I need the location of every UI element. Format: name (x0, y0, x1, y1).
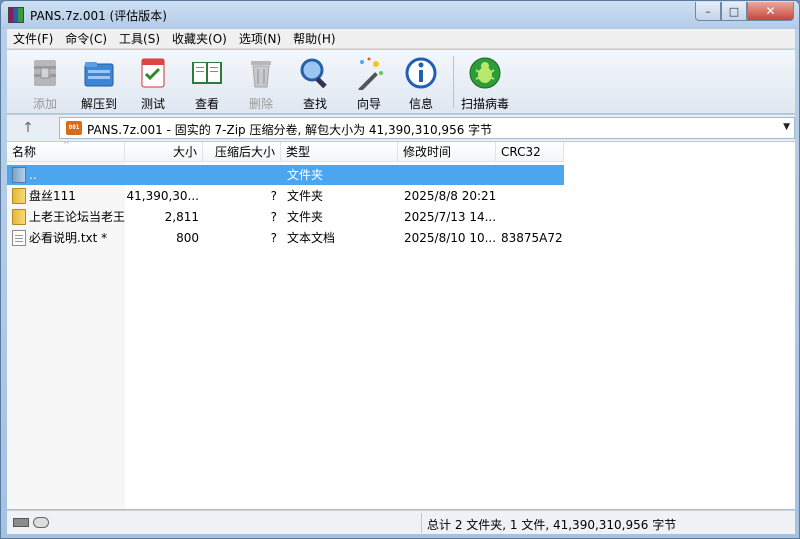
row-packed-size: ? (270, 210, 277, 224)
address-bar: ↑ 001 PANS.7z.001 - 固实的 7-Zip 压缩分卷, 解包大小… (7, 115, 795, 141)
add-button[interactable]: 添加 (17, 54, 73, 111)
up-arrow-icon[interactable]: ↑ (19, 119, 37, 137)
row-crc: 83875A72 (501, 231, 563, 245)
menu-tools[interactable]: 工具(S) (113, 30, 166, 47)
row-packed-size: ? (270, 189, 277, 203)
view-label: 查看 (194, 97, 219, 111)
trash-icon (244, 56, 278, 90)
test-button[interactable]: 测试 (125, 54, 181, 111)
delete-label: 删除 (248, 97, 273, 111)
drive-icon[interactable] (13, 518, 29, 527)
row-name: 上老王论坛当老王 (29, 210, 125, 224)
close-button[interactable]: ✕ (747, 2, 794, 21)
magnifier-icon (298, 56, 332, 90)
extract-to-button[interactable]: 解压到 (71, 54, 127, 111)
row-name: .. (29, 168, 37, 182)
archive-path: PANS.7z.001 - 固实的 7-Zip 压缩分卷, 解包大小为 41,3… (87, 123, 493, 137)
menu-help[interactable]: 帮助(H) (287, 30, 341, 47)
delete-button[interactable]: 删除 (233, 54, 289, 111)
minimize-button[interactable]: – (695, 2, 721, 21)
info-button[interactable]: 信息 (393, 54, 449, 111)
menu-options[interactable]: 选项(N) (233, 30, 287, 47)
row-type: 文件夹 (287, 189, 324, 203)
status-separator (421, 513, 422, 533)
winrar-window: PANS.7z.001 (评估版本) – □ ✕ 文件(F) 命令(C) 工具(… (0, 0, 800, 539)
row-size: 41,390,30... (126, 189, 199, 203)
menu-bar: 文件(F) 命令(C) 工具(S) 收藏夹(O) 选项(N) 帮助(H) (7, 29, 795, 49)
maximize-button[interactable]: □ (721, 2, 747, 21)
find-button[interactable]: 查找 (287, 54, 343, 111)
column-header-name[interactable]: 名称 ^ (7, 142, 125, 162)
chevron-down-icon[interactable]: ▼ (783, 122, 790, 132)
status-bar: 总计 2 文件夹, 1 文件, 41,390,310,956 字节 (7, 510, 795, 534)
row-modified: 2025/7/13 14... (404, 210, 496, 224)
row-name: 盘丝111 (29, 189, 76, 203)
file-list[interactable]: 名称 ^ 大小 压缩后大小 类型 修改时间 CRC32 .. 文件夹 盘丝111… (7, 142, 795, 509)
row-type: 文件夹 (287, 210, 324, 224)
find-label: 查找 (302, 97, 327, 111)
row-crc (501, 165, 564, 185)
key-icon[interactable] (33, 517, 49, 528)
text-document-icon (12, 230, 26, 246)
list-item-folder[interactable]: 上老王论坛当老王 2,811 ? 文件夹 2025/7/13 14... (7, 207, 564, 227)
wizard-label: 向导 (356, 97, 381, 111)
info-icon (404, 56, 438, 90)
test-icon (136, 56, 170, 90)
row-packed-size (203, 165, 277, 185)
row-size: 800 (176, 231, 199, 245)
column-header-crc32[interactable]: CRC32 (496, 142, 564, 162)
row-type: 文本文档 (287, 231, 336, 245)
column-header-size[interactable]: 大小 (125, 142, 203, 162)
extract-to-label: 解压到 (80, 97, 117, 111)
sort-asc-icon: ^ (63, 142, 70, 149)
info-label: 信息 (408, 97, 433, 111)
row-modified (404, 165, 496, 185)
row-size (125, 165, 199, 185)
row-name: 必看说明.txt * (29, 231, 108, 245)
column-header-modified[interactable]: 修改时间 (398, 142, 496, 162)
column-name-label: 名称 (12, 145, 37, 159)
list-item-file[interactable]: 必看说明.txt * 800 ? 文本文档 2025/8/10 10... 83… (7, 228, 564, 248)
status-summary: 总计 2 文件夹, 1 文件, 41,390,310,956 字节 (427, 518, 677, 532)
row-crc (501, 186, 564, 206)
column-header-type[interactable]: 类型 (281, 142, 398, 162)
test-label: 测试 (140, 97, 165, 111)
toolbar-separator (453, 56, 454, 108)
window-title: PANS.7z.001 (评估版本) (30, 9, 167, 23)
folder-icon (12, 209, 26, 225)
virus-scan-label: 扫描病毒 (460, 97, 509, 111)
row-modified: 2025/8/8 20:21 (404, 189, 496, 203)
menu-file[interactable]: 文件(F) (7, 30, 59, 47)
view-button[interactable]: 查看 (179, 54, 235, 111)
row-type: 文件夹 (287, 168, 324, 182)
row-crc (501, 207, 564, 227)
list-item-folder[interactable]: 盘丝111 41,390,30... ? 文件夹 2025/8/8 20:21 (7, 186, 564, 206)
toolbar: 添加 解压到 测试 查看 删除 查找 向导 信息 扫描病毒 (7, 50, 795, 114)
address-field[interactable]: 001 PANS.7z.001 - 固实的 7-Zip 压缩分卷, 解包大小为 … (59, 117, 795, 139)
add-archive-icon (28, 56, 62, 90)
view-book-icon (190, 56, 224, 90)
add-label: 添加 (32, 97, 57, 111)
row-size: 2,811 (164, 210, 199, 224)
virus-scan-bug-icon (468, 56, 502, 90)
column-header-packed-size[interactable]: 压缩后大小 (203, 142, 281, 162)
row-modified: 2025/8/10 10... (404, 231, 496, 245)
virus-scan-button[interactable]: 扫描病毒 (455, 54, 515, 111)
winrar-app-icon[interactable] (8, 7, 24, 23)
status-icons (13, 516, 53, 530)
folder-up-icon (12, 167, 26, 183)
wizard-button[interactable]: 向导 (341, 54, 397, 111)
menu-favorites[interactable]: 收藏夹(O) (166, 30, 233, 47)
list-item-parent-folder[interactable]: .. 文件夹 (7, 165, 564, 185)
archive-volume-icon: 001 (66, 121, 82, 135)
wizard-wand-icon (352, 56, 386, 92)
menu-commands[interactable]: 命令(C) (59, 30, 113, 47)
row-packed-size: ? (270, 231, 277, 245)
folder-icon (12, 188, 26, 204)
extract-icon (82, 56, 116, 90)
title-bar[interactable]: PANS.7z.001 (评估版本) – □ ✕ (1, 1, 799, 29)
